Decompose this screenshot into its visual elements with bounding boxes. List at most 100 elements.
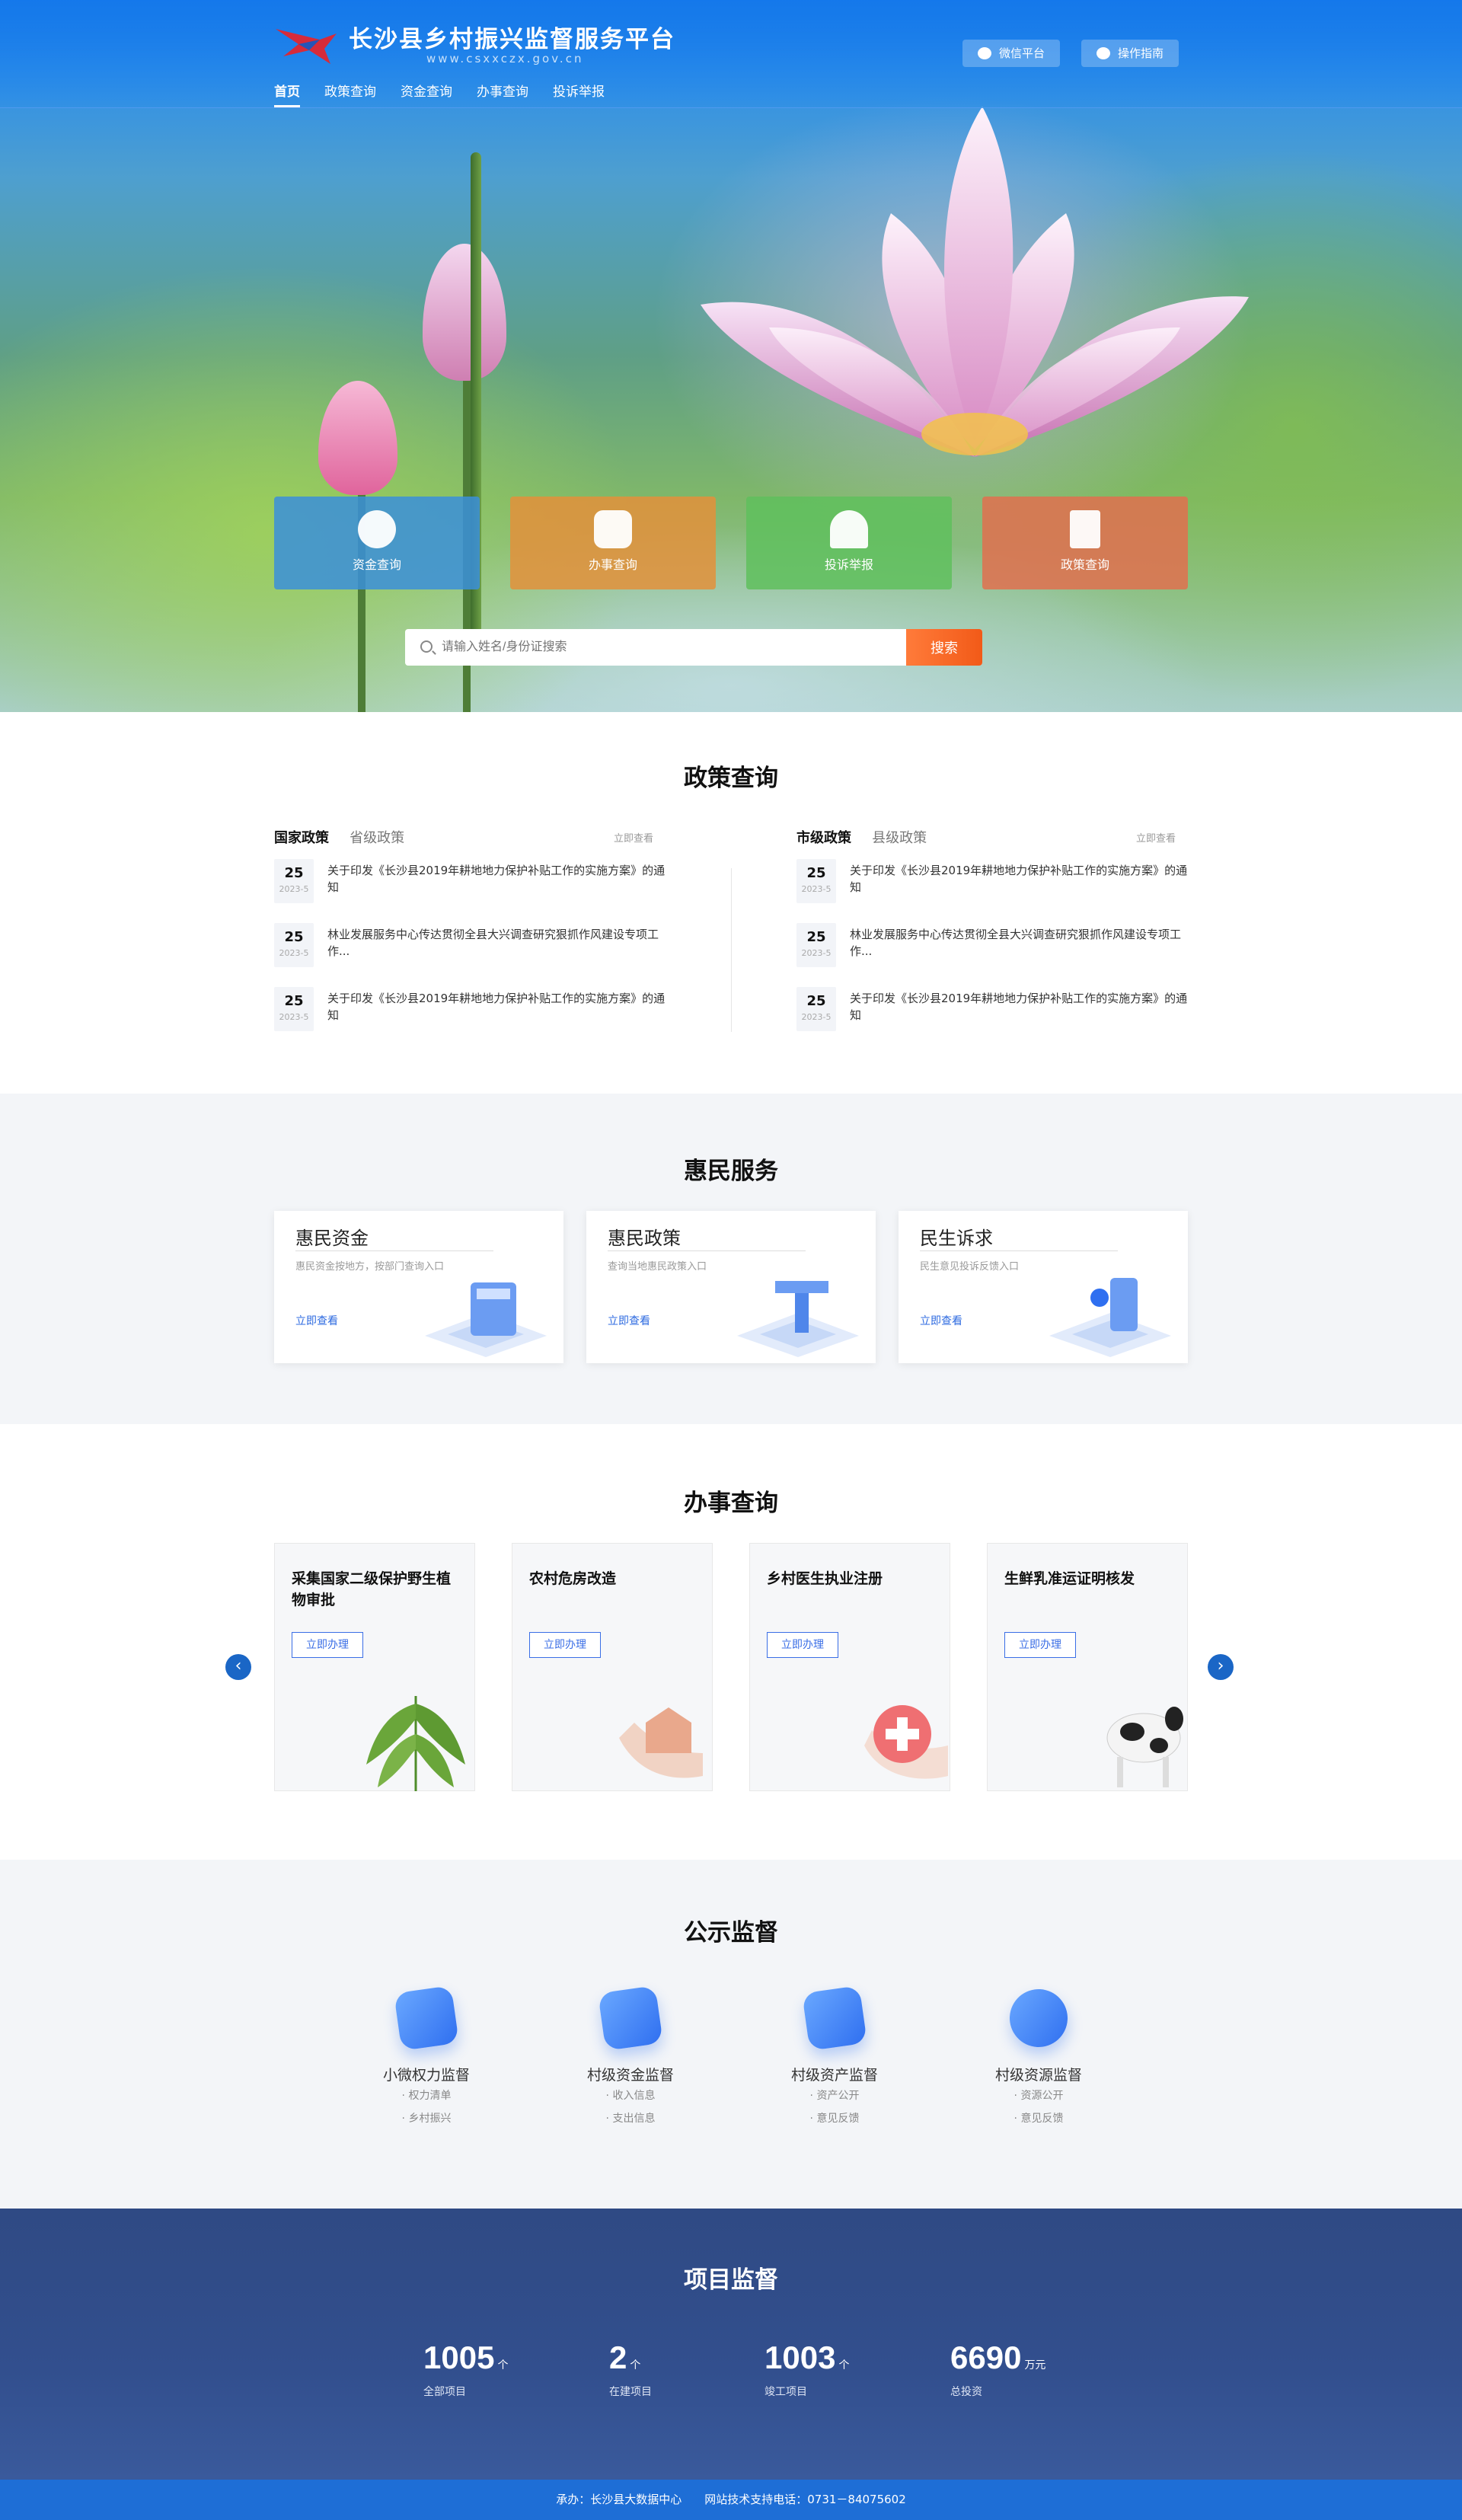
supervision-item-title: 小微权力监督 [382, 2067, 470, 2084]
tile-policy-label: 政策查询 [1060, 557, 1109, 572]
date-badge: 25 2023-5 [796, 859, 836, 903]
nav-complaint[interactable]: 投诉举报 [553, 81, 605, 107]
stat-completed-projects: 1003 个 竣工项目 [765, 2340, 849, 2399]
list-item[interactable]: 25 2023-5 林业发展服务中心传达贯彻全县大兴调查研究狠抓作风建设专项工作.… [274, 923, 670, 987]
supervision-section-title: 公示监督 [684, 1919, 778, 1947]
tile-complaint-label: 投诉举报 [824, 557, 873, 572]
tile-affairs-label: 办事查询 [588, 557, 637, 572]
benefit-card-title: 民生诉求 [920, 1228, 993, 1249]
handle-now-button[interactable]: 立即办理 [529, 1632, 601, 1658]
project-section-title: 项目监督 [684, 2266, 778, 2294]
benefit-card-funds[interactable]: 惠民资金 惠民资金按地方，按部门查询入口 立即查看 [274, 1211, 563, 1363]
supervision-village-resources[interactable]: 村级资源监督 · 资源公开 · 意见反馈 [962, 1985, 1115, 2130]
project-section [0, 2209, 1462, 2480]
supervision-link[interactable]: · 支出信息 [554, 2107, 707, 2130]
folder-icon [598, 1985, 663, 2051]
benefit-card-desc: 民生意见投诉反馈入口 [920, 1261, 1020, 1273]
tile-policy-query[interactable]: 政策查询 [982, 497, 1188, 589]
calculator-illustration-icon [425, 1282, 547, 1357]
search-input[interactable] [442, 629, 853, 666]
wechat-platform-button[interactable]: 微信平台 [962, 40, 1061, 67]
tile-complaint[interactable]: 投诉举报 [746, 497, 952, 589]
tile-affairs-query[interactable]: 办事查询 [510, 497, 716, 589]
list-item[interactable]: 25 2023-5 关于印发《长沙县2019年耕地地力保护补贴工作的实施方案》的通… [274, 859, 670, 923]
policy-panel-left: 国家政策 省级政策 立即查看 25 2023-5 关于印发《长沙县2019年耕地地… [274, 827, 670, 1051]
stat-label: 竣工项目 [765, 2386, 807, 2398]
stat-label: 全部项目 [423, 2386, 466, 2398]
nav-affairs[interactable]: 办事查询 [477, 81, 528, 107]
wechat-icon [978, 47, 991, 59]
office-card-title: 采集国家二级保护野生植物审批 [292, 1570, 452, 1608]
policy-section-title: 政策查询 [684, 765, 778, 792]
tab-city-policy[interactable]: 市级政策 [796, 830, 851, 846]
nav-funds[interactable]: 资金查询 [401, 81, 452, 107]
office-card-rural-doctor[interactable]: 乡村医生执业注册 立即办理 [749, 1543, 950, 1791]
benefit-card-link[interactable]: 立即查看 [920, 1313, 962, 1328]
stat-value: 2 [609, 2340, 627, 2375]
supervision-link[interactable]: · 收入信息 [554, 2084, 707, 2107]
stat-unit: 个 [630, 2359, 641, 2371]
list-item[interactable]: 25 2023-5 关于印发《长沙县2019年耕地地力保护补贴工作的实施方案》的通… [274, 987, 670, 1051]
stat-label: 在建项目 [609, 2386, 652, 2398]
tab-county-policy[interactable]: 县级政策 [872, 830, 927, 846]
supervision-link[interactable]: · 资源公开 [962, 2084, 1115, 2107]
supervision-micro-power[interactable]: 小微权力监督 · 权力清单 · 乡村振兴 [350, 1985, 503, 2130]
document-icon [1070, 510, 1100, 548]
supervision-link[interactable]: · 资产公开 [758, 2084, 911, 2107]
tile-funds-query[interactable]: 资金查询 [274, 497, 480, 589]
lotus-bud-small [318, 381, 397, 495]
operation-guide-button[interactable]: 操作指南 [1081, 40, 1179, 67]
office-card-wild-plant[interactable]: 采集国家二级保护野生植物审批 立即办理 [274, 1543, 475, 1791]
supervision-link[interactable]: · 权力清单 [350, 2084, 503, 2107]
site-footer: 承办：长沙县大数据中心 网站技术支持电话：0731－84075602 [0, 2480, 1462, 2520]
handle-now-button[interactable]: 立即办理 [1004, 1632, 1076, 1658]
date-badge: 25 2023-5 [274, 923, 314, 967]
policy-right-more-link[interactable]: 立即查看 [1136, 830, 1176, 845]
operation-guide-label: 操作指南 [1118, 46, 1164, 60]
nav-home[interactable]: 首页 [274, 81, 300, 107]
list-item[interactable]: 25 2023-5 关于印发《长沙县2019年耕地地力保护补贴工作的实施方案》的通… [796, 859, 1192, 923]
benefit-card-link[interactable]: 立即查看 [295, 1313, 338, 1328]
policy-left-more-link[interactable]: 立即查看 [614, 830, 653, 845]
policy-panel-right: 市级政策 县级政策 立即查看 25 2023-5 关于印发《长沙县2019年耕地地… [796, 827, 1192, 1051]
tab-provincial-policy[interactable]: 省级政策 [350, 830, 404, 846]
phone-illustration-icon [1049, 1278, 1171, 1357]
benefit-card-appeal[interactable]: 民生诉求 民生意见投诉反馈入口 立即查看 [899, 1211, 1188, 1363]
fern-plant-icon [366, 1696, 465, 1791]
carousel-prev-button[interactable]: ‹ [225, 1654, 251, 1680]
tab-national-policy[interactable]: 国家政策 [274, 830, 329, 846]
policy-item-text: 关于印发《长沙县2019年耕地地力保护补贴工作的实施方案》的通知 [850, 992, 1188, 1022]
stat-label: 总投资 [950, 2386, 982, 2398]
list-item[interactable]: 25 2023-5 关于印发《长沙县2019年耕地地力保护补贴工作的实施方案》的通… [796, 987, 1192, 1051]
carousel-next-button[interactable]: › [1208, 1654, 1234, 1680]
handle-now-button[interactable]: 立即办理 [767, 1632, 838, 1658]
supervision-village-assets[interactable]: 村级资产监督 · 资产公开 · 意见反馈 [758, 1985, 911, 2130]
nav-policy[interactable]: 政策查询 [324, 81, 376, 107]
benefit-card-desc: 查询当地惠民政策入口 [608, 1261, 707, 1273]
chat-bubble-icon [394, 1985, 459, 2051]
office-card-housing[interactable]: 农村危房改造 立即办理 [512, 1543, 713, 1791]
benefit-card-title: 惠民资金 [295, 1228, 369, 1249]
benefit-card-policy[interactable]: 惠民政策 查询当地惠民政策入口 立即查看 [586, 1211, 876, 1363]
dairy-cow-icon [1106, 1707, 1183, 1787]
benefit-card-link[interactable]: 立即查看 [608, 1313, 650, 1328]
stat-total-projects: 1005 个 全部项目 [423, 2340, 508, 2399]
handle-now-button[interactable]: 立即办理 [292, 1632, 363, 1658]
supervision-link[interactable]: · 意见反馈 [962, 2107, 1115, 2130]
card-divider [920, 1250, 1118, 1251]
guide-icon [1096, 47, 1110, 59]
cabinet-icon [594, 510, 632, 548]
office-card-title: 农村危房改造 [529, 1570, 617, 1587]
benefit-card-title: 惠民政策 [608, 1228, 681, 1249]
supervision-item-title: 村级资源监督 [994, 2067, 1082, 2084]
stat-unit: 个 [838, 2359, 850, 2371]
supervision-link[interactable]: · 意见反馈 [758, 2107, 911, 2130]
search-button[interactable]: 搜索 [906, 629, 982, 666]
stat-value: 1003 [765, 2340, 836, 2375]
supervision-link[interactable]: · 乡村振兴 [350, 2107, 503, 2130]
stat-value: 6690 [950, 2340, 1022, 2375]
supervision-village-funds[interactable]: 村级资金监督 · 收入信息 · 支出信息 [554, 1985, 707, 2130]
office-card-milk-transport[interactable]: 生鲜乳准运证明核发 立即办理 [987, 1543, 1188, 1791]
funds-exchange-icon [358, 510, 396, 548]
list-item[interactable]: 25 2023-5 林业发展服务中心传达贯彻全县大兴调查研究狠抓作风建设专项工作.… [796, 923, 1192, 987]
